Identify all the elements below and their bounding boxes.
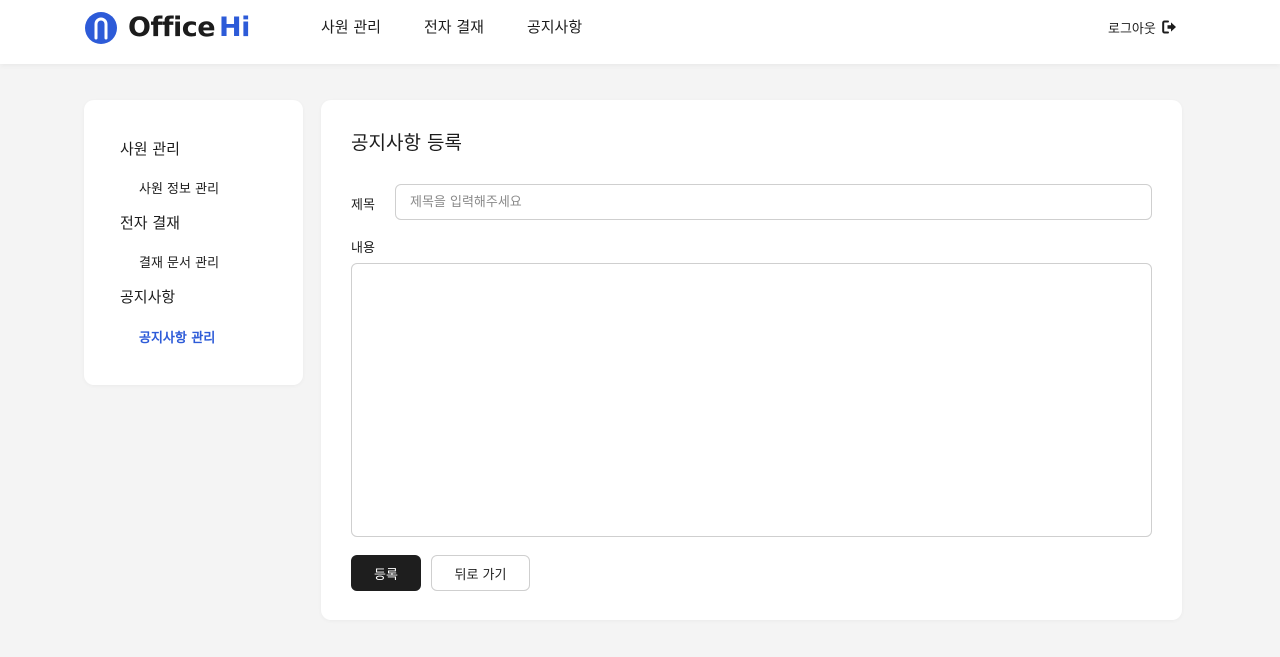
- logout-button[interactable]: 로그아웃: [1108, 17, 1177, 37]
- content-textarea[interactable]: [351, 263, 1152, 537]
- title-label: 제목: [351, 198, 375, 213]
- title-input[interactable]: [395, 184, 1152, 220]
- logout-label: 로그아웃: [1108, 21, 1156, 37]
- sidebar-item-employee-info[interactable]: 사원 정보 관리: [139, 178, 219, 197]
- content-label: 내용: [351, 241, 375, 256]
- notice-form-card: 공지사항 등록 제목 내용 등록 뒤로 가기: [321, 100, 1182, 620]
- sidebar-group-approval[interactable]: 전자 결재: [120, 212, 180, 233]
- paperclip-logo-icon: [85, 12, 117, 44]
- sidebar-item-notice-management[interactable]: 공지사항 관리: [139, 327, 215, 346]
- topnav-item-employees[interactable]: 사원 관리: [321, 17, 381, 37]
- sidebar-item-approval-docs[interactable]: 결재 문서 관리: [139, 252, 219, 271]
- submit-button[interactable]: 등록: [351, 555, 421, 591]
- sign-out-icon: [1162, 20, 1176, 34]
- sidebar-group-notices[interactable]: 공지사항: [120, 286, 175, 307]
- app-logo[interactable]: Office Hi: [84, 10, 250, 46]
- main-menu: 사원 관리 전자 결재 공지사항: [321, 17, 582, 37]
- logo-text-hi: Hi: [219, 12, 250, 43]
- topnav-item-approval[interactable]: 전자 결재: [424, 17, 484, 37]
- page-title: 공지사항 등록: [351, 132, 462, 154]
- topnav-item-notices[interactable]: 공지사항: [527, 17, 582, 37]
- logo-text-office: Office: [128, 12, 216, 43]
- sidebar: 사원 관리 사원 정보 관리 전자 결재 결재 문서 관리 공지사항 공지사항 …: [84, 100, 303, 385]
- sidebar-group-employees[interactable]: 사원 관리: [120, 138, 180, 159]
- back-button[interactable]: 뒤로 가기: [431, 555, 530, 591]
- app-logo-text: Office Hi: [128, 11, 250, 45]
- top-navigation-bar: Office Hi 사원 관리 전자 결재 공지사항 로그아웃: [0, 0, 1280, 64]
